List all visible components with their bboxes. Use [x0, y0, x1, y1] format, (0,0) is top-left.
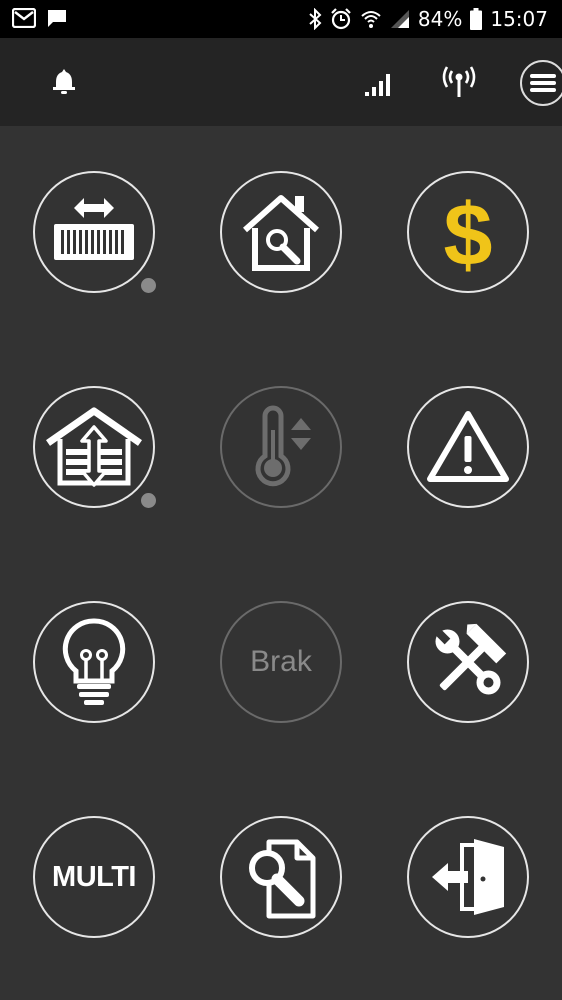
status-bar: 84% 15:07: [0, 0, 562, 38]
tools-icon: [434, 623, 507, 695]
gmail-icon: [12, 8, 36, 28]
tools-button[interactable]: [407, 601, 529, 723]
lightbulb-icon: [62, 618, 126, 705]
gate-status-dot: [141, 278, 156, 293]
warning-icon: [427, 411, 509, 482]
payments-button[interactable]: $: [407, 171, 529, 293]
app-bar: [0, 38, 562, 126]
menu-button[interactable]: [520, 60, 562, 106]
document-search-icon: [249, 839, 316, 919]
clock: 15:07: [490, 7, 548, 31]
svg-text:$: $: [444, 187, 493, 277]
cell-signal-icon: [390, 10, 409, 28]
dollar-icon: $: [444, 187, 493, 277]
garage-button[interactable]: [33, 386, 155, 508]
lighting-button[interactable]: [33, 601, 155, 723]
brak-label: Brak: [250, 645, 312, 678]
sliding-gate-icon: [54, 198, 134, 260]
thermostat-button[interactable]: [220, 386, 342, 508]
alarm-icon: [331, 8, 351, 30]
signal-bars-icon[interactable]: [364, 72, 392, 96]
house-search-icon: [243, 195, 319, 271]
exit-door-icon: [432, 839, 504, 915]
exit-button[interactable]: [407, 816, 529, 938]
bell-icon[interactable]: [52, 68, 76, 94]
document-search-button[interactable]: [220, 816, 342, 938]
gate-button[interactable]: [33, 171, 155, 293]
wifi-icon: [361, 11, 381, 28]
antenna-icon[interactable]: [441, 66, 477, 98]
battery-percent: 84%: [417, 7, 463, 31]
warning-button[interactable]: [407, 386, 529, 508]
menu-icon: [530, 74, 556, 92]
house-search-button[interactable]: [220, 171, 342, 293]
multi-button[interactable]: MULTI: [33, 816, 155, 938]
message-icon: [48, 10, 66, 27]
multi-label: MULTI: [52, 860, 136, 893]
thermometer-icon: [255, 405, 311, 487]
garage-door-icon: [46, 407, 142, 487]
battery-icon: [470, 8, 483, 30]
bluetooth-icon: [309, 8, 322, 30]
brak-button[interactable]: Brak: [220, 601, 342, 723]
garage-status-dot: [141, 493, 156, 508]
